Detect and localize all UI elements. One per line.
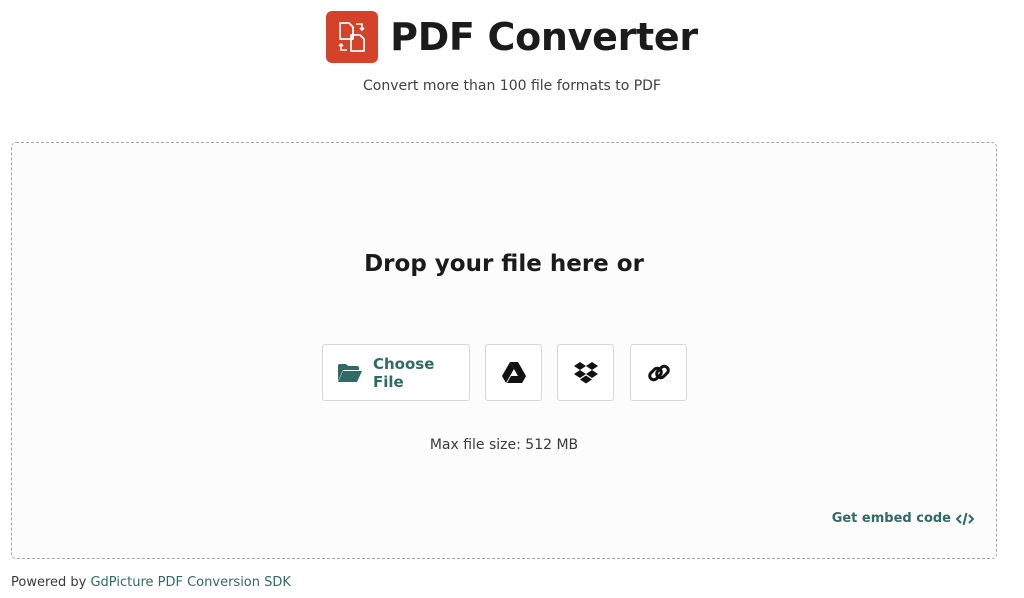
sdk-link[interactable]: GdPicture PDF Conversion SDK	[90, 575, 290, 590]
dropzone-heading: Drop your file here or	[364, 251, 644, 277]
choose-file-button[interactable]: Choose File	[322, 344, 470, 401]
footer: Powered by GdPicture PDF Conversion SDK	[11, 575, 291, 590]
title-row: PDF Converter	[326, 10, 698, 64]
max-file-size: Max file size: 512 MB	[429, 437, 579, 453]
embed-label: Get embed code	[831, 511, 951, 526]
file-dropzone[interactable]: Drop your file here or Choose File Max f…	[11, 142, 997, 559]
code-icon	[956, 512, 974, 526]
dropbox-icon	[573, 361, 599, 385]
folder-open-icon	[337, 363, 363, 383]
url-link-button[interactable]	[630, 344, 687, 401]
link-icon	[646, 360, 672, 386]
choose-file-label: Choose File	[373, 354, 435, 391]
get-embed-code-link[interactable]: Get embed code	[832, 511, 974, 526]
google-drive-icon	[501, 361, 527, 384]
header: PDF Converter Convert more than 100 file…	[0, 10, 1024, 94]
page: PDF Converter Convert more than 100 file…	[0, 0, 1024, 598]
page-title: PDF Converter	[390, 15, 698, 59]
footer-prefix: Powered by	[11, 575, 91, 590]
dropbox-button[interactable]	[557, 344, 614, 401]
page-subtitle: Convert more than 100 file formats to PD…	[363, 78, 661, 94]
file-convert-icon	[326, 11, 379, 63]
google-drive-button[interactable]	[485, 344, 542, 401]
